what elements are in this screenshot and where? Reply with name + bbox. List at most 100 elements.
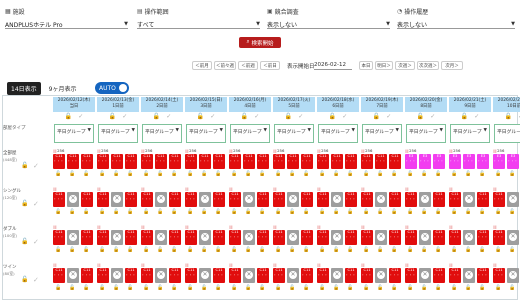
lock-icon[interactable]: 🔓: [215, 247, 221, 253]
rate-cell[interactable]: ✕: [419, 230, 431, 245]
rate-cell[interactable]: C11 ・・・・: [125, 230, 139, 245]
rate-cell[interactable]: C11 ・・・・: [213, 192, 227, 207]
rate-cell[interactable]: C11 ・・・・: [257, 192, 271, 207]
lock-icon[interactable]: 🔓: [451, 209, 457, 215]
rate-cell[interactable]: ✕: [507, 192, 519, 207]
start-date-input[interactable]: 2026-02-12: [314, 61, 352, 70]
lock-icon[interactable]: 🔓: [289, 209, 295, 215]
lock-icon[interactable]: 🔓: [113, 285, 119, 291]
unlock-icon[interactable]: 🔓: [373, 113, 380, 120]
rate-cell[interactable]: C11 ・・・・: [433, 192, 447, 207]
lock-icon[interactable]: 🔓: [479, 285, 485, 291]
lock-icon[interactable]: 🔓: [215, 209, 221, 215]
rate-cell[interactable]: C11 ・・・・: [331, 154, 345, 169]
rate-cell[interactable]: ✕: [375, 192, 387, 207]
rate-cell[interactable]: C11 ・・・・: [389, 268, 403, 283]
rate-cell[interactable]: C11 ・・・・: [169, 230, 183, 245]
prev-month-button[interactable]: ＜前月: [192, 61, 212, 70]
search-button[interactable]: ⌕ 検索開始: [239, 37, 281, 48]
lock-icon[interactable]: 🔓: [319, 171, 325, 177]
rate-cell[interactable]: C11 ・・・・: [273, 268, 287, 283]
lock-icon[interactable]: 🔓: [187, 285, 193, 291]
check-icon[interactable]: ✓: [33, 163, 39, 170]
lock-icon[interactable]: 🔓: [143, 285, 149, 291]
lock-icon[interactable]: 🔓: [509, 209, 515, 215]
rate-cell[interactable]: C11 ・・・・: [389, 230, 403, 245]
rate-cell[interactable]: C11 ・・・・: [477, 192, 491, 207]
lock-icon[interactable]: 🔓: [435, 209, 441, 215]
check-icon[interactable]: ✓: [33, 201, 39, 208]
rate-cell[interactable]: E3 ・・・・: [449, 154, 463, 169]
lock-icon[interactable]: 🔓: [201, 209, 207, 215]
rate-cell[interactable]: ✕: [375, 268, 387, 283]
lock-icon[interactable]: 🔓: [215, 171, 221, 177]
rate-cell[interactable]: ✕: [155, 230, 167, 245]
check-icon[interactable]: ✓: [33, 239, 39, 246]
lock-icon[interactable]: 🔓: [333, 209, 339, 215]
rate-cell[interactable]: C11 ・・・・: [53, 230, 67, 245]
rate-cell[interactable]: E3 ・・・・: [507, 154, 520, 169]
lock-icon[interactable]: 🔓: [333, 285, 339, 291]
rate-cell[interactable]: ✕: [287, 230, 299, 245]
unlock-icon[interactable]: 🔓: [417, 113, 424, 120]
rate-cell[interactable]: C11 ・・・・: [141, 192, 155, 207]
lock-icon[interactable]: 🔓: [127, 247, 133, 253]
rate-cell[interactable]: C11 ・・・・: [345, 230, 359, 245]
group-select[interactable]: 平日グループ▼: [274, 124, 314, 143]
group-select[interactable]: 平日グループ▼: [406, 124, 446, 143]
rate-cell[interactable]: C11 ・・・・: [81, 268, 95, 283]
prev-week-button[interactable]: ＜前週: [238, 61, 258, 70]
rate-cell[interactable]: C11 ・・・・: [287, 154, 301, 169]
lock-icon[interactable]: 🔓: [275, 247, 281, 253]
rate-cell[interactable]: ✕: [463, 268, 475, 283]
rate-cell[interactable]: ✕: [507, 230, 519, 245]
rate-cell[interactable]: ✕: [243, 192, 255, 207]
lock-icon[interactable]: 🔓: [83, 171, 89, 177]
rate-cell[interactable]: C11 ・・・・: [97, 268, 111, 283]
rate-cell[interactable]: C11 ・・・・: [317, 268, 331, 283]
lock-icon[interactable]: 🔓: [289, 285, 295, 291]
rate-cell[interactable]: ✕: [155, 268, 167, 283]
check-icon[interactable]: ✓: [254, 113, 259, 120]
lock-icon[interactable]: 🔓: [69, 209, 75, 215]
lock-icon[interactable]: 🔓: [363, 285, 369, 291]
lock-icon[interactable]: 🔓: [245, 171, 251, 177]
rate-cell[interactable]: C11 ・・・・: [389, 154, 403, 169]
rate-cell[interactable]: C11 ・・・・: [301, 268, 315, 283]
prev-day-button[interactable]: ＜前日: [260, 61, 280, 70]
rate-cell[interactable]: E3 ・・・・: [433, 154, 447, 169]
lock-icon[interactable]: 🔓: [363, 209, 369, 215]
rate-cell[interactable]: C11 ・・・・: [81, 192, 95, 207]
lock-icon[interactable]: 🔓: [391, 171, 397, 177]
rate-cell[interactable]: ✕: [199, 230, 211, 245]
rate-cell[interactable]: C11 ・・・・: [361, 230, 375, 245]
group-select[interactable]: 平日グループ▼: [494, 124, 520, 143]
rate-cell[interactable]: ✕: [111, 192, 123, 207]
lock-icon[interactable]: 🔓: [363, 171, 369, 177]
lock-icon[interactable]: 🔓: [421, 285, 427, 291]
lock-icon[interactable]: 🔓: [319, 285, 325, 291]
facility-select[interactable]: ANDPLUSホテル Pro ▼: [5, 20, 128, 29]
lock-icon[interactable]: 🔓: [391, 209, 397, 215]
lock-icon[interactable]: 🔓: [201, 247, 207, 253]
lock-icon[interactable]: 🔓: [99, 285, 105, 291]
unlock-icon[interactable]: 🔓: [197, 113, 204, 120]
lock-icon[interactable]: 🔓: [171, 209, 177, 215]
rate-cell[interactable]: C11 ・・・・: [125, 268, 139, 283]
rate-cell[interactable]: ✕: [419, 192, 431, 207]
rate-cell[interactable]: C11 ・・・・: [301, 154, 315, 169]
rate-cell[interactable]: C11 ・・・・: [345, 192, 359, 207]
rate-cell[interactable]: C11 ・・・・: [449, 192, 463, 207]
rate-cell[interactable]: C11 ・・・・: [405, 192, 419, 207]
unlock-icon[interactable]: 🔓: [21, 201, 28, 207]
rate-cell[interactable]: C11 ・・・・: [493, 192, 507, 207]
rate-cell[interactable]: C11 ・・・・: [375, 154, 389, 169]
lock-icon[interactable]: 🔓: [69, 247, 75, 253]
auto-toggle[interactable]: AUTO: [95, 82, 129, 94]
rate-cell[interactable]: C11 ・・・・: [213, 230, 227, 245]
lock-icon[interactable]: 🔓: [303, 247, 309, 253]
rate-cell[interactable]: C11 ・・・・: [169, 192, 183, 207]
rate-cell[interactable]: ✕: [243, 268, 255, 283]
lock-icon[interactable]: 🔓: [333, 247, 339, 253]
rate-cell[interactable]: ✕: [419, 268, 431, 283]
